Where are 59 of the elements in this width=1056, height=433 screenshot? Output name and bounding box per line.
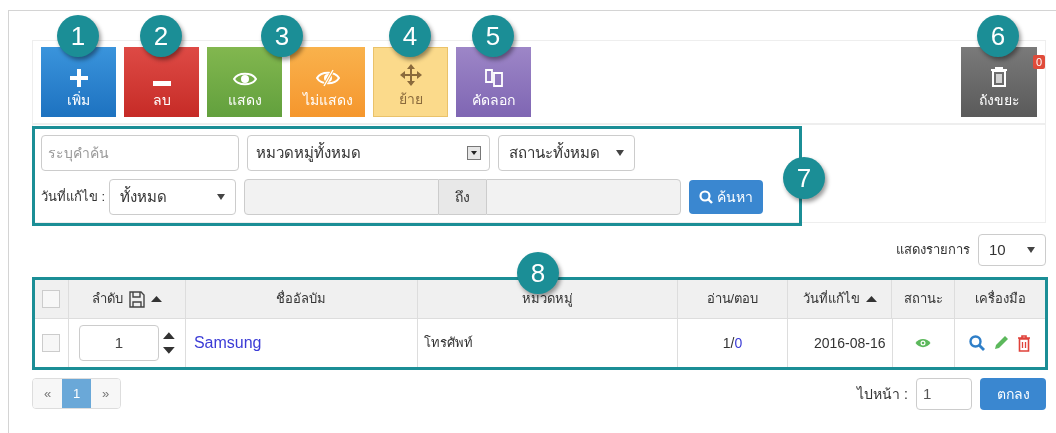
minus-icon (152, 81, 171, 87)
delete-button[interactable]: ลบ (124, 47, 199, 117)
checkbox[interactable] (42, 334, 61, 352)
column-header: เครื่องมือ (974, 289, 1026, 309)
table-cell-text: 2016-08-16 (813, 333, 886, 353)
search-button[interactable]: ค้นหา (689, 180, 764, 214)
step-marker: 5 (472, 15, 514, 57)
goto-label: ไปหน้า : (857, 384, 908, 404)
caret-icon (1027, 247, 1035, 253)
column-header: อ่าน/ตอบ (706, 290, 759, 309)
page-number-field[interactable]: 1 (916, 378, 972, 410)
status-dropdown[interactable]: สถานะทั้งหมด (498, 135, 635, 171)
page-size-dropdown[interactable]: 10 (978, 234, 1046, 266)
page-button[interactable]: « (33, 379, 62, 408)
column-header: ลำดับ (91, 290, 123, 309)
trash-icon (990, 67, 1008, 87)
date-from-field[interactable] (244, 179, 440, 215)
add-button[interactable]: เพิ่ม (41, 47, 116, 117)
album-link[interactable]: Samsung (193, 331, 262, 355)
step-marker: 6 (977, 15, 1019, 57)
checkbox[interactable] (42, 290, 61, 308)
step-marker: 4 (389, 15, 431, 57)
copy-icon (483, 67, 504, 87)
step-marker: 8 (517, 252, 559, 294)
trash-icon (1017, 334, 1032, 352)
category-dropdown[interactable]: หมวดหมู่ทั้งหมด (247, 135, 490, 171)
page-size-label: แสดงรายการ (896, 241, 970, 260)
eye-icon (232, 71, 257, 87)
date-to-field[interactable] (486, 179, 682, 215)
order-field[interactable]: 1 (78, 325, 160, 361)
step-marker: 7 (783, 157, 825, 199)
reads-replies-cell-text: 1/0 (722, 333, 743, 353)
date-label: วันที่แก้ไข : (41, 187, 106, 207)
caret-icon (616, 150, 624, 156)
show-button[interactable]: แสดง (207, 47, 282, 117)
column-header: วันที่แก้ไข (802, 289, 860, 309)
trash-button[interactable]: ถังขยะ (961, 47, 1037, 117)
column-header: ชื่ออัลบัม (276, 289, 327, 309)
table-cell-text: โทรศัพท์ (424, 334, 474, 353)
eye-slash-icon (315, 69, 340, 87)
date-dropdown[interactable]: ทั้งหมด (109, 179, 237, 215)
move-arrows-icon (399, 64, 422, 86)
plus-icon (69, 69, 88, 87)
ok-button[interactable]: ตกลง (980, 378, 1046, 410)
search-icon (969, 335, 986, 351)
caret-icon (217, 194, 226, 200)
page-button[interactable]: » (91, 379, 120, 408)
stepper-arrows-icon (163, 332, 175, 354)
page-button[interactable]: 1 (62, 379, 91, 408)
step-marker: 2 (140, 15, 182, 57)
move-button[interactable]: ย้าย (373, 47, 448, 117)
search-icon (699, 190, 714, 204)
keyword-field[interactable]: ระบุคำค้น (41, 135, 239, 171)
column-header: สถานะ (903, 290, 943, 309)
step-marker: 1 (57, 15, 99, 57)
pencil-icon (993, 335, 1010, 351)
copy-button[interactable]: คัดลอก (456, 47, 531, 117)
step-marker: 3 (261, 15, 303, 57)
range-separator: ถึง (439, 179, 487, 215)
